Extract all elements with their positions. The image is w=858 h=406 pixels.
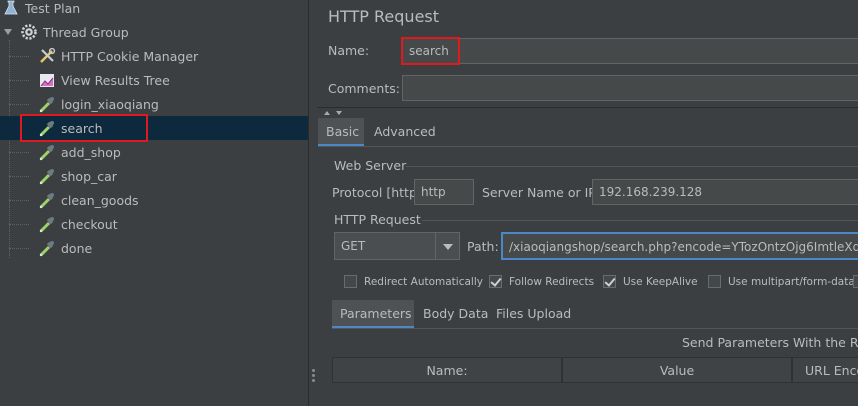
tree-item-label: shop_car	[61, 168, 117, 184]
follow-redirects-checkbox[interactable]: Follow Redirects	[489, 275, 594, 288]
checkbox-box	[344, 275, 357, 288]
tree-item-label: clean_goods	[61, 192, 139, 208]
dropdown-button[interactable]	[435, 233, 459, 259]
name-field[interactable]: search	[402, 38, 858, 64]
tab-files-upload[interactable]: Files Upload	[488, 300, 579, 328]
collapse-arrows-icon[interactable]	[322, 109, 344, 117]
column-header-name[interactable]: Name:	[332, 357, 562, 383]
server-field[interactable]: 192.168.239.128	[592, 179, 858, 205]
highlight-box	[401, 37, 460, 65]
tree-item-label: login_xiaoqiang	[61, 96, 159, 112]
use-multipart-checkbox[interactable]: Use multipart/form-data	[708, 275, 855, 288]
splitter-grip	[312, 369, 315, 372]
column-header-url-encode[interactable]: URL Encode?	[792, 357, 858, 383]
tree-item-label: Test Plan	[25, 0, 81, 16]
comments-label: Comments:	[328, 81, 400, 96]
checkbox-box	[489, 275, 502, 288]
server-label: Server Name or IP:	[482, 185, 601, 200]
path-field[interactable]: /xiaoqiangshop/search.php?encode=YTozOnt…	[501, 232, 858, 260]
tree-item-label: View Results Tree	[61, 72, 170, 88]
tree-item-done[interactable]: done	[0, 236, 308, 260]
checkbox-label: Redirect Automatically	[364, 275, 483, 288]
checkbox-partial[interactable]	[853, 275, 858, 288]
name-label: Name:	[328, 43, 370, 58]
tree-item-view-results-tree[interactable]: View Results Tree	[0, 68, 308, 92]
flask-icon	[2, 0, 20, 17]
test-plan-tree[interactable]: Test Plan Thread Group HTTP Cookie Manag…	[0, 0, 308, 406]
divider	[318, 107, 858, 108]
tree-item-label: done	[61, 240, 93, 256]
pipette-icon	[38, 215, 56, 233]
panel-splitter[interactable]	[308, 0, 318, 406]
http-request-group-label: HTTP Request	[334, 212, 421, 227]
tab-body-data[interactable]: Body Data	[415, 300, 496, 328]
method-select[interactable]: GET	[334, 232, 460, 260]
chevron-down-icon	[443, 244, 453, 250]
tree-item-add-shop[interactable]: add_shop	[0, 140, 308, 164]
gear-icon	[20, 23, 38, 41]
tab-basic[interactable]: Basic	[318, 118, 364, 146]
redirect-automatically-checkbox[interactable]: Redirect Automatically	[344, 275, 483, 288]
protocol-label: Protocol [http]:	[332, 185, 426, 200]
tree-item-label: checkout	[61, 216, 118, 232]
page-title: HTTP Request	[328, 7, 440, 26]
tree-item-login-xiaoqiang[interactable]: login_xiaoqiang	[0, 92, 308, 116]
chevron-down-icon[interactable]	[4, 29, 12, 35]
checkbox-box	[603, 275, 616, 288]
tree-item-test-plan[interactable]: Test Plan	[0, 0, 308, 20]
comments-field[interactable]	[402, 75, 858, 101]
tree-item-clean-goods[interactable]: clean_goods	[0, 188, 308, 212]
divider	[318, 146, 858, 147]
path-label: Path:	[467, 239, 499, 254]
pipette-icon	[38, 95, 56, 113]
tab-advanced[interactable]: Advanced	[366, 118, 444, 146]
tab-parameters[interactable]: Parameters	[332, 300, 414, 328]
pipette-icon	[38, 191, 56, 209]
tree-item-shop-car[interactable]: shop_car	[0, 164, 308, 188]
use-keepalive-checkbox[interactable]: Use KeepAlive	[603, 275, 698, 288]
tools-icon	[38, 47, 56, 65]
http-request-panel: HTTP Request Name: search Comments: Basi…	[318, 0, 858, 406]
checkbox-label: Use multipart/form-data	[728, 275, 855, 288]
pipette-icon	[38, 167, 56, 185]
web-server-group-label: Web Server	[334, 158, 407, 173]
protocol-field[interactable]: http	[414, 179, 474, 205]
column-header-value[interactable]: Value	[562, 357, 792, 383]
highlight-box	[20, 114, 148, 142]
chart-icon	[38, 71, 56, 89]
pipette-icon	[38, 143, 56, 161]
tree-item-checkout[interactable]: checkout	[0, 212, 308, 236]
checkbox-label: Follow Redirects	[509, 275, 595, 288]
method-value: GET	[341, 239, 366, 253]
tree-item-cookie-manager[interactable]: HTTP Cookie Manager	[0, 44, 308, 68]
send-parameters-label: Send Parameters With the Request:	[682, 335, 858, 350]
tree-item-label: Thread Group	[43, 24, 129, 40]
tree-item-label: add_shop	[61, 144, 121, 160]
pipette-icon	[38, 239, 56, 257]
checkbox-label: Use KeepAlive	[623, 275, 698, 288]
tree-item-thread-group[interactable]: Thread Group	[0, 20, 308, 44]
checkbox-box	[708, 275, 721, 288]
tree-item-label: HTTP Cookie Manager	[61, 48, 199, 64]
